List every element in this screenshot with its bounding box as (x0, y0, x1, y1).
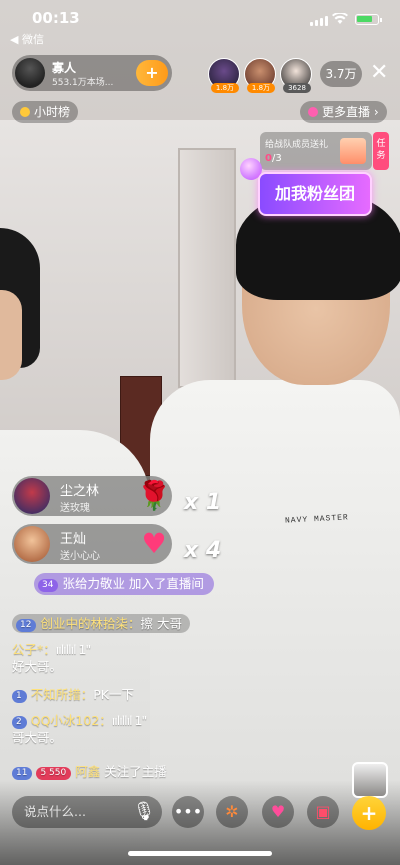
level-badge: 1 (12, 690, 27, 703)
join-text: 张给力敬业 加入了直播间 (62, 576, 204, 591)
task-progress: 0/3 (265, 153, 282, 164)
hour-rank-button[interactable]: 小时榜 (12, 101, 79, 123)
close-icon[interactable]: ✕ (370, 60, 388, 86)
voice-message: ıılıllıl 1" (55, 642, 91, 657)
viewer-avatar[interactable]: 1.8万 (244, 58, 276, 93)
wifi-icon (332, 13, 348, 24)
follow-button[interactable]: + (136, 60, 168, 86)
task-text: 给战队成员送礼 (265, 140, 329, 150)
back-to-wechat-link[interactable]: ◀ 微信 (10, 31, 44, 47)
chat-user: 不知所措： (30, 687, 94, 702)
chat-text: 擦 大哥 (140, 616, 182, 631)
mini-live-thumbnail[interactable] (352, 762, 388, 798)
viewer-badge: 1.8万 (211, 83, 239, 93)
gifter-avatar[interactable] (14, 526, 50, 562)
task-card[interactable]: 给战队成员送礼 0/3 (260, 132, 372, 170)
chat-message[interactable]: 1 不知所措：PK一下 (12, 686, 134, 703)
host-subtitle: 553.1万本场... (52, 78, 114, 88)
battery-icon (355, 14, 382, 25)
chat-user: 阿鑫 (75, 764, 101, 779)
heart-icon: ♥ (141, 527, 167, 560)
chat-text: PK一下 (93, 687, 134, 702)
gift-icon[interactable]: ▣ (307, 796, 339, 828)
gift-box-icon (340, 138, 366, 164)
task-tab[interactable]: 任务 (373, 132, 389, 170)
gifter-name: 尘之林 (60, 484, 100, 499)
shop-plus-button[interactable]: + (352, 796, 386, 830)
signal-icon (310, 16, 328, 26)
join-notice: 34 张给力敬业 加入了直播间 (34, 573, 214, 595)
voice-message: ıılıllıl 1" (111, 713, 147, 728)
flame-icon (20, 107, 30, 117)
gift-multiplier: x 4 (184, 538, 222, 563)
viewer-avatar[interactable]: 3628 (280, 58, 312, 93)
gift-notice: 尘之林 送玫瑰 🌹 (12, 476, 172, 516)
host-card[interactable]: 寡人 553.1万本场... + (12, 55, 172, 91)
home-indicator (128, 851, 272, 856)
heart-gift-icon[interactable]: ♥ (262, 796, 294, 828)
viewer-count[interactable]: 3.7万 (320, 61, 362, 87)
chat-text: 关注了主播 (104, 764, 167, 779)
live-icon (308, 107, 318, 117)
rose-icon: 🌹 (136, 479, 172, 512)
left-person-face (0, 290, 22, 380)
viewer-badge: 3628 (283, 83, 311, 93)
join-fan-club-button[interactable]: 加我粉丝团 (258, 172, 372, 216)
chat-text: 好大哥。 (12, 659, 63, 674)
chat-message[interactable]: 2 QQ小冰102：ıılıllıl 1" 哥大哥。 (12, 712, 147, 746)
top-viewers: 1.8万 1.8万 3628 (208, 58, 312, 93)
chat-user: QQ小冰102： (30, 713, 112, 728)
gift-notice: 王灿 送小心心 ♥ (12, 524, 172, 564)
level-badge: 34 (38, 579, 59, 592)
chat-message[interactable]: 公子*：ıılıllıl 1" 好大哥。 (12, 641, 91, 675)
viewer-avatar[interactable]: 1.8万 (208, 58, 240, 93)
level-badge: 2 (12, 716, 27, 729)
host-avatar[interactable] (15, 58, 45, 88)
chat-user: 公子*： (12, 642, 56, 657)
more-live-button[interactable]: 更多直播 › (300, 101, 387, 123)
gift-desc: 送玫瑰 (60, 503, 90, 514)
more-live-label: 更多直播 (322, 105, 371, 119)
gift-desc: 送小心心 (60, 551, 100, 562)
gifter-avatar[interactable] (14, 478, 50, 514)
status-time: 00:13 (32, 9, 80, 27)
host-name: 寡人 (52, 61, 77, 75)
status-bar: 00:13 ◀ 微信 (0, 0, 400, 50)
gift-multiplier: x 1 (184, 490, 222, 515)
chat-message[interactable]: 12 创业中的林拾柒：擦 大哥 (12, 614, 190, 633)
viewer-badge: 1.8万 (247, 83, 275, 93)
gifter-name: 王灿 (60, 532, 87, 547)
hour-rank-label: 小时榜 (34, 105, 71, 119)
level-badge: 12 (16, 619, 37, 632)
fan-badge: 5 550 (36, 767, 72, 780)
level-badge: 11 (12, 767, 33, 780)
more-options-icon[interactable]: ••• (172, 796, 204, 828)
chat-user: 创业中的林拾柒： (40, 616, 141, 631)
microphone-icon[interactable]: 🎙 (128, 796, 160, 828)
chat-text: 哥大哥。 (12, 730, 63, 745)
chat-message[interactable]: 11 5 550 阿鑫 关注了主播 (12, 763, 167, 780)
background-door (178, 148, 236, 388)
pinwheel-icon[interactable]: ✲ (216, 796, 248, 828)
